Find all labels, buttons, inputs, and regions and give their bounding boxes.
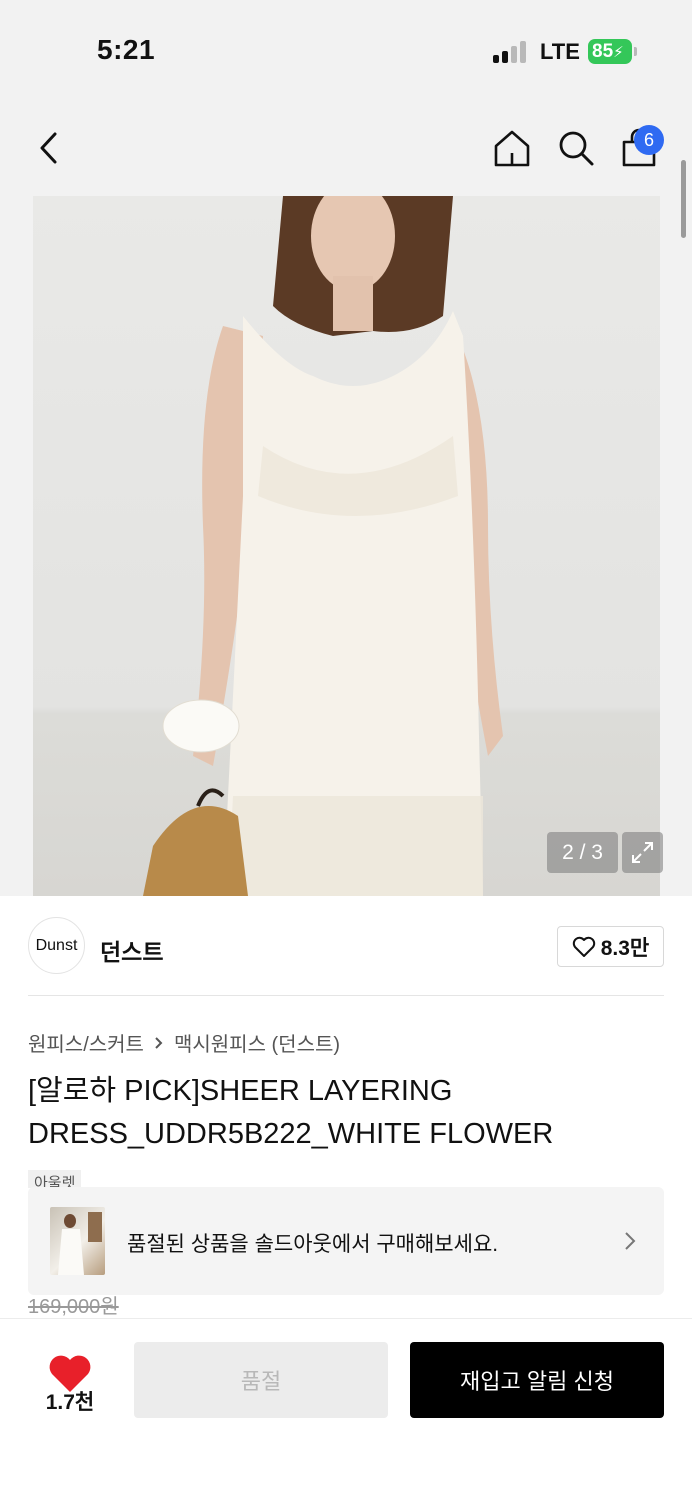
breadcrumb: 원피스/스커트 맥시원피스 (던스트) [28,1028,340,1057]
status-bar: 5:21 LTE 85⚡ [0,0,692,100]
chevron-right-icon [155,1036,163,1049]
back-arrow-icon[interactable] [30,128,70,168]
restock-alert-button[interactable]: 재입고 알림 신청 [410,1342,664,1418]
product-photo[interactable] [33,196,660,896]
soldout-button[interactable]: 품절 [134,1342,388,1418]
expand-image-button[interactable] [622,832,663,873]
heart-outline-icon [572,936,595,957]
top-nav [0,100,692,196]
image-counter: 2 / 3 [547,832,618,873]
breadcrumb-category[interactable]: 원피스/스커트 [28,1028,144,1057]
soldout-banner[interactable]: 품절된 상품을 솔드아웃에서 구매해보세요. [28,1187,664,1295]
battery-cap [634,47,637,56]
expand-icon [632,842,653,863]
status-time: 5:21 [97,34,156,65]
page-scrollbar[interactable] [681,160,686,238]
battery-icon: 85⚡ [588,39,632,64]
product-title: [알로하 PICK]SHEER LAYERING DRESS_UDDR5B222… [28,1075,554,1150]
chevron-right-icon [625,1232,636,1250]
model-illustration [143,196,503,896]
outlet-tag: 아울렛 [28,1170,82,1188]
network-type: LTE [540,39,580,64]
product-gallery[interactable] [0,196,692,896]
battery-level: 85 [592,41,614,62]
signal-icon [493,41,529,63]
banner-thumbnail [50,1207,105,1275]
wish-count: 1.7천 [45,1391,95,1414]
search-icon[interactable] [556,128,596,168]
brand-like-count: 8.3만 [600,936,650,960]
banner-text: 품절된 상품을 솔드아웃에서 구매해보세요. [127,1233,499,1256]
brand-logo[interactable]: Dunst [28,917,85,974]
breadcrumb-subcategory[interactable]: 맥시원피스 (던스트) [174,1028,340,1057]
brand-name[interactable]: 던스트 [100,933,163,967]
cart-count-badge: 6 [634,125,664,155]
brand-like-button[interactable]: 8.3만 [557,926,664,967]
home-icon[interactable] [492,128,532,168]
divider [28,995,664,996]
